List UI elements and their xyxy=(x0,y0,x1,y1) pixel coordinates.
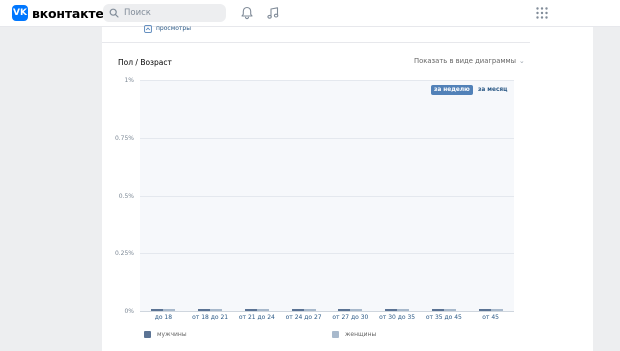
chevron-down-icon: ⌄ xyxy=(519,57,525,65)
views-icon xyxy=(144,25,152,33)
search-icon xyxy=(109,8,119,18)
views-row: просмотры xyxy=(144,25,191,33)
top-header: VK вконтакте xyxy=(0,0,620,27)
period-month-button[interactable]: за месяц xyxy=(475,85,510,95)
x-tick-label: от 24 до 27 xyxy=(285,314,322,321)
grid-line xyxy=(140,80,514,81)
chart-view-toggle[interactable]: Показать в виде диаграммы ⌄ xyxy=(414,57,525,65)
bar-female[interactable] xyxy=(397,309,410,311)
bar-male[interactable] xyxy=(431,309,444,311)
x-axis-line xyxy=(140,311,514,312)
x-tick-label: от 18 до 21 xyxy=(192,314,229,321)
search-box[interactable] xyxy=(103,4,226,22)
bar-female[interactable] xyxy=(256,309,269,311)
bar-male[interactable] xyxy=(244,309,257,311)
page-scrollbar[interactable] xyxy=(593,27,620,351)
bar-male[interactable] xyxy=(151,309,164,311)
legend-male-swatch xyxy=(144,331,151,338)
x-tick-label: от 21 до 24 xyxy=(238,314,275,321)
views-label: просмотры xyxy=(156,25,191,32)
section-title: Пол / Возраст xyxy=(118,58,172,67)
grid-line xyxy=(140,253,514,254)
x-tick-label: от 30 до 35 xyxy=(379,314,416,321)
x-tick-label: до 18 xyxy=(154,314,173,321)
search-input[interactable] xyxy=(124,8,214,18)
vk-logo-text: вконтакте xyxy=(32,5,104,21)
bar-female[interactable] xyxy=(303,309,316,311)
legend-female-swatch xyxy=(332,331,339,338)
y-tick-label: 1% xyxy=(124,77,134,84)
stats-card: просмотры Пол / Возраст Показать в виде … xyxy=(102,25,593,351)
legend-female[interactable]: женщины xyxy=(332,331,376,338)
x-tick-label: от 45 xyxy=(482,314,499,321)
period-week-button[interactable]: за неделю xyxy=(431,85,473,95)
legend-male[interactable]: мужчины xyxy=(144,331,187,338)
grid-line xyxy=(140,138,514,139)
bar-female[interactable] xyxy=(210,309,223,311)
chart-plot-area xyxy=(140,80,514,312)
apps-grid-icon[interactable] xyxy=(536,7,548,19)
y-tick-label: 0.25% xyxy=(114,250,134,257)
y-tick-label: 0.5% xyxy=(118,193,134,200)
bar-female[interactable] xyxy=(443,309,456,311)
legend-male-label: мужчины xyxy=(157,331,187,338)
legend-female-label: женщины xyxy=(345,331,377,338)
bar-female[interactable] xyxy=(350,309,363,311)
y-tick-label: 0.75% xyxy=(114,135,134,142)
bar-male[interactable] xyxy=(338,309,351,311)
y-tick-label: 0% xyxy=(124,308,134,315)
chart-view-toggle-label: Показать в виде диаграммы xyxy=(414,57,517,65)
bar-male[interactable] xyxy=(385,309,398,311)
vk-logo[interactable]: VK вконтакте xyxy=(12,5,104,21)
bar-female[interactable] xyxy=(163,309,176,311)
grid-line xyxy=(140,196,514,197)
bar-male[interactable] xyxy=(478,309,491,311)
bell-icon[interactable] xyxy=(240,6,254,20)
vk-logo-mark: VK xyxy=(12,5,28,21)
divider xyxy=(102,42,530,43)
x-tick-label: от 35 до 45 xyxy=(425,314,462,321)
bar-female[interactable] xyxy=(490,309,503,311)
bar-male[interactable] xyxy=(198,309,211,311)
bar-male[interactable] xyxy=(291,309,304,311)
x-tick-label: от 27 до 30 xyxy=(332,314,369,321)
music-icon[interactable] xyxy=(266,6,280,20)
